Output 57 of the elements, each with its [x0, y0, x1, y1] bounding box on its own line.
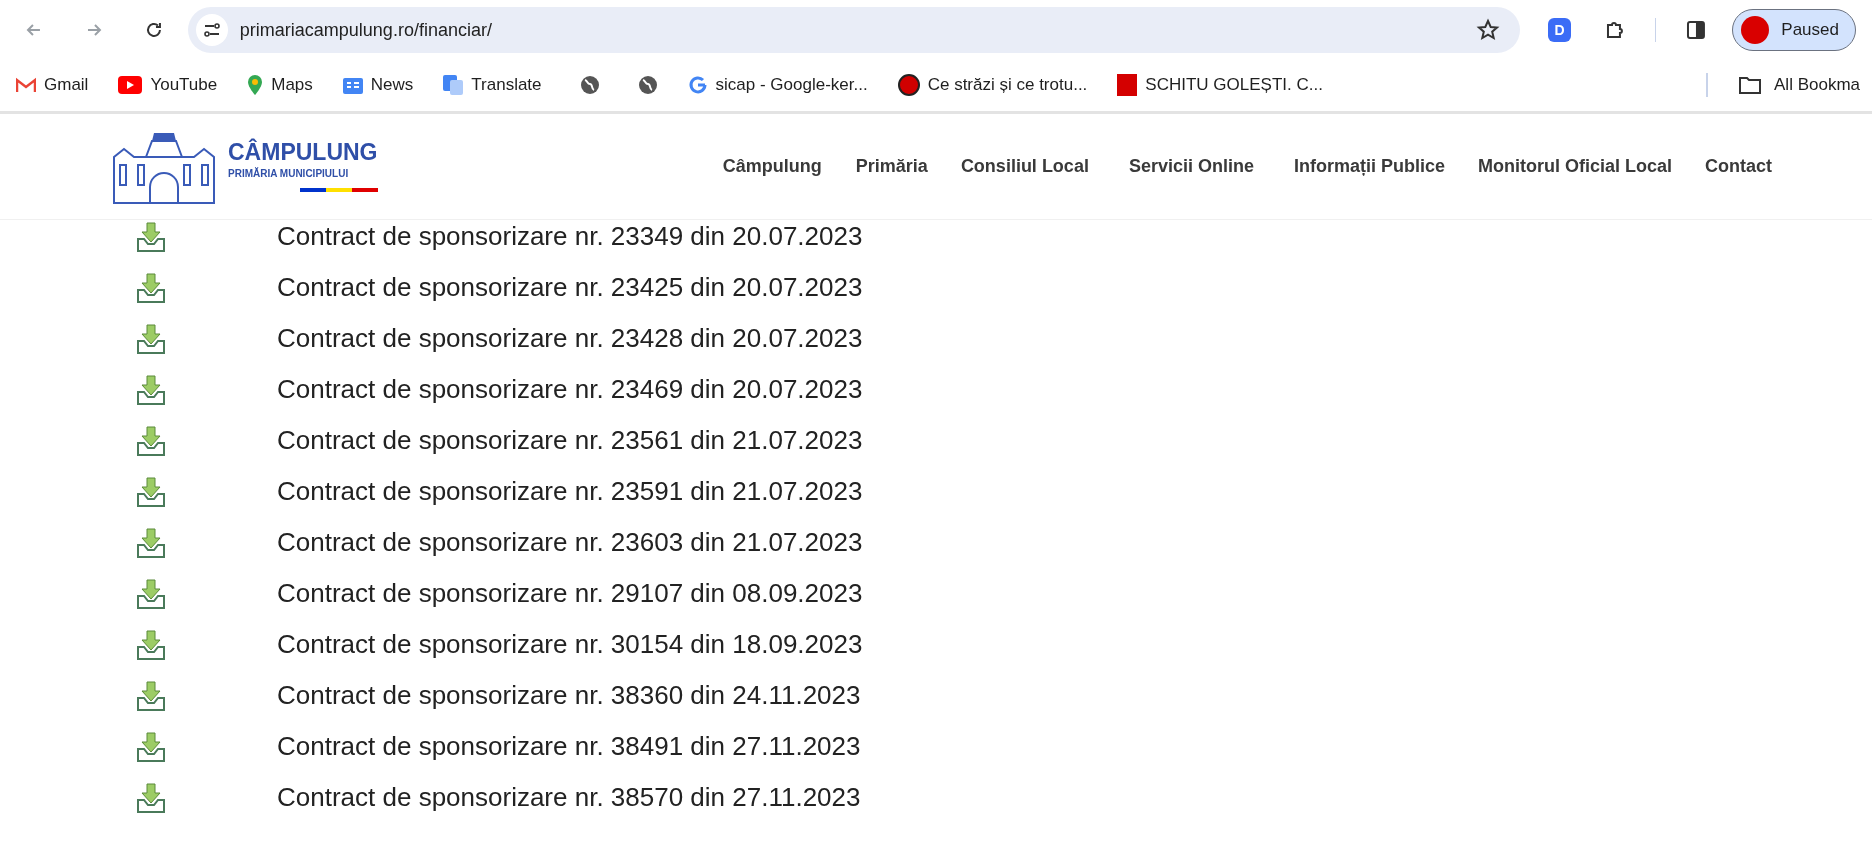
favicon-icon: [897, 73, 920, 96]
youtube-icon: [118, 74, 143, 95]
site-settings-icon[interactable]: [203, 22, 220, 38]
document-link[interactable]: Contract de sponsorizare nr. 23603 din 21.07.2023: [277, 523, 863, 562]
google-icon: [687, 74, 708, 95]
nav-link[interactable]: Consiliul Local: [960, 153, 1089, 180]
bookmark-link[interactable]: Ce străzi și ce trotu...: [897, 71, 1088, 98]
document-link[interactable]: Contract de sponsorizare nr. 38570 din 27.11.2023: [277, 778, 861, 817]
document-link[interactable]: Contract de sponsorizare nr. 23561 din 21.07.2023: [277, 421, 863, 460]
bookmark-link[interactable]: Gmail: [16, 71, 89, 98]
nav-link[interactable]: Servicii Online: [1128, 153, 1254, 180]
document-link[interactable]: Contract de sponsorizare nr. 23349 din 20.07.2023: [277, 217, 863, 256]
download-icon[interactable]: [136, 221, 166, 252]
bookmark-link[interactable]: News: [342, 71, 414, 98]
favicon-icon: [1117, 73, 1138, 96]
url-text[interactable]: primariacampulung.ro/financiar/: [239, 16, 1476, 44]
download-icon[interactable]: [136, 731, 166, 762]
translate-icon: [443, 74, 464, 95]
address-bar[interactable]: primariacampulung.ro/financiar/: [187, 7, 1520, 53]
download-icon[interactable]: [136, 578, 166, 609]
star-icon[interactable]: [1475, 18, 1500, 42]
nav-link[interactable]: Primăria: [855, 153, 928, 180]
document-link[interactable]: Contract de sponsorizare nr. 23591 din 21.07.2023: [277, 472, 863, 511]
document-link[interactable]: Contract de sponsorizare nr. 23469 din 20.07.2023: [277, 370, 863, 409]
bookmark-link[interactable]: Maps: [247, 71, 313, 98]
avatar-icon: [1741, 16, 1770, 44]
bookmark-link[interactable]: SCHITU GOLEȘTI. C...: [1117, 71, 1323, 98]
logo-subtitle: PRIMĂRIA MUNICIPIULUI: [228, 167, 350, 181]
map-pin-icon: [247, 74, 264, 95]
download-icon[interactable]: [136, 425, 166, 456]
bookmark-link[interactable]: YouTube: [118, 71, 218, 98]
nav-link[interactable]: Monitorul Oficial Local: [1478, 153, 1672, 180]
all-bookmarks-link[interactable]: All Bookma: [1738, 71, 1860, 98]
bookmark-link[interactable]: Translate: [443, 71, 542, 98]
document-link[interactable]: Contract de sponsorizare nr. 23425 din 20.07.2023: [277, 268, 863, 307]
document-link[interactable]: Contract de sponsorizare nr. 23428 din 20.07.2023: [277, 319, 863, 358]
folder-icon: [1738, 74, 1762, 95]
extension-icon[interactable]: D: [1547, 18, 1572, 42]
download-icon[interactable]: [136, 272, 166, 303]
download-icon[interactable]: [136, 374, 166, 405]
profile-button[interactable]: Paused: [1732, 9, 1856, 51]
gmail-icon: [16, 76, 36, 93]
logo-title: CÂMPULUNG: [228, 140, 378, 164]
download-icon[interactable]: [136, 323, 166, 354]
document-link[interactable]: Contract de sponsorizare nr. 38491 din 27.11.2023: [277, 727, 861, 766]
nav-link[interactable]: Contact: [1705, 153, 1772, 180]
bookmark-link[interactable]: sicap - Google-ker...: [687, 71, 868, 98]
download-icon[interactable]: [136, 782, 166, 813]
nav-link[interactable]: Câmpulung: [722, 153, 822, 180]
download-icon[interactable]: [136, 476, 166, 507]
document-link[interactable]: Contract de sponsorizare nr. 38360 din 24.11.2023: [277, 676, 861, 715]
document-link[interactable]: Contract de sponsorizare nr. 29107 din 08.09.2023: [277, 574, 863, 613]
download-icon[interactable]: [136, 629, 166, 660]
download-icon[interactable]: [136, 527, 166, 558]
download-icon[interactable]: [136, 680, 166, 711]
nav-link[interactable]: Informații Publice: [1293, 153, 1445, 180]
document-link[interactable]: Contract de sponsorizare nr. 30154 din 18.09.2023: [277, 625, 863, 664]
